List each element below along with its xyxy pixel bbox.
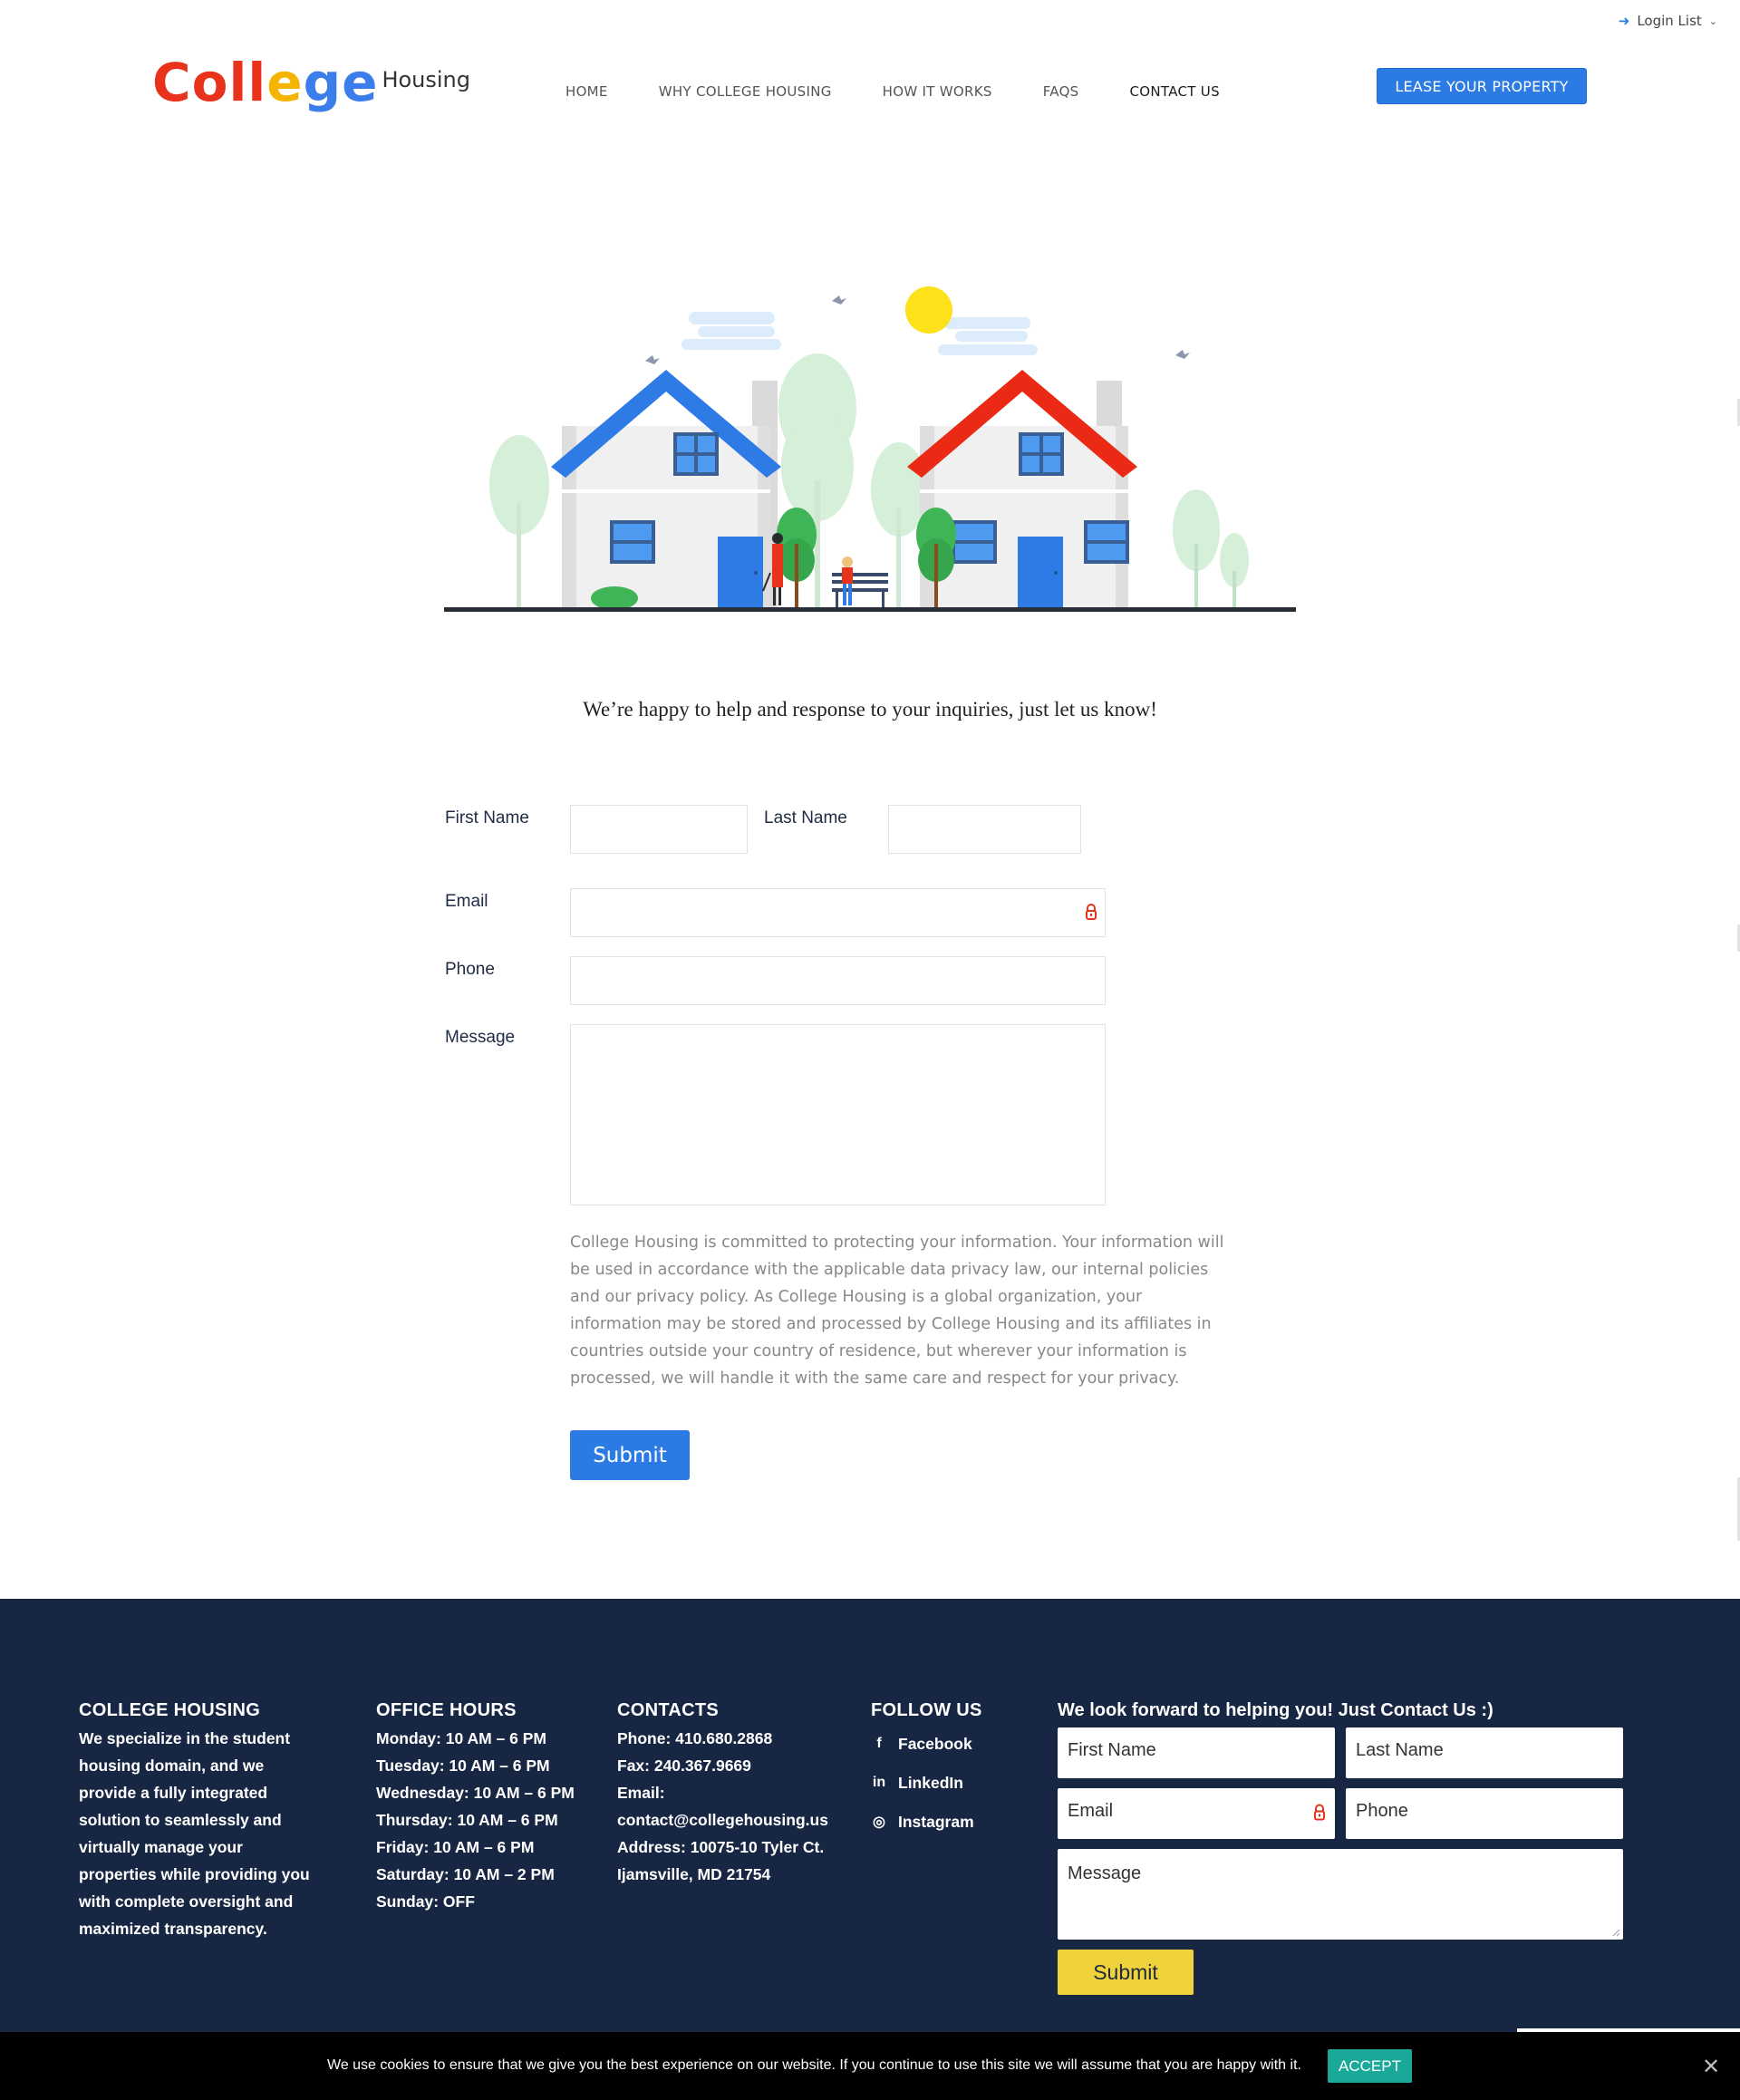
message-textarea[interactable] bbox=[570, 1024, 1106, 1205]
first-name-input[interactable] bbox=[570, 805, 748, 854]
footer-phone-input[interactable]: Phone bbox=[1346, 1788, 1623, 1839]
footer-hours-text: Monday: 10 AM – 6 PM Tuesday: 10 AM – 6 P… bbox=[376, 1725, 594, 1915]
privacy-notice: College Housing is committed to protecti… bbox=[570, 1234, 1224, 1388]
footer-hours-line: Thursday: 10 AM – 6 PM bbox=[376, 1811, 558, 1829]
footer-about-line: solution to seamlessly and bbox=[79, 1811, 282, 1829]
social-link-label: Facebook bbox=[898, 1734, 972, 1753]
logo-letter: C bbox=[152, 52, 192, 113]
last-name-input[interactable] bbox=[888, 805, 1081, 854]
footer-about-line: We specialize in the student bbox=[79, 1729, 291, 1747]
footer-follow: FOLLOW US f Facebook in LinkedIn ◎ Instagram bbox=[871, 1700, 1034, 1847]
footer-hours-line: Sunday: OFF bbox=[376, 1892, 475, 1911]
footer-contact-line: Address: 10075-10 Tyler Ct. bbox=[617, 1838, 825, 1856]
footer-about: COLLEGE HOUSING We specialize in the stu… bbox=[79, 1700, 342, 1942]
first-name-label: First Name bbox=[445, 808, 529, 827]
logo-subtitle: Housing bbox=[382, 67, 470, 92]
footer-about-line: housing domain, and we bbox=[79, 1756, 265, 1775]
footer-contacts: CONTACTS Phone: 410.680.2868 Fax: 240.367… bbox=[617, 1700, 844, 1888]
login-list-label: Login List bbox=[1637, 13, 1702, 29]
login-list-menu[interactable]: ➜ Login List ⌄ bbox=[1619, 13, 1717, 29]
footer-contact-line: Email: bbox=[617, 1784, 665, 1802]
site-logo[interactable]: College Housing bbox=[152, 56, 470, 109]
houses-illustration bbox=[444, 286, 1296, 612]
social-link-linkedin[interactable]: in LinkedIn bbox=[871, 1769, 1034, 1796]
footer-hours-line: Monday: 10 AM – 6 PM bbox=[376, 1729, 546, 1747]
contact-submit-button[interactable]: Submit bbox=[570, 1430, 690, 1480]
logo-letter: o bbox=[191, 52, 229, 113]
instagram-icon: ◎ bbox=[873, 1815, 885, 1830]
logo-letter: g bbox=[303, 52, 343, 113]
footer-hours-line: Tuesday: 10 AM – 6 PM bbox=[376, 1756, 550, 1775]
password-manager-icon[interactable] bbox=[1085, 904, 1097, 920]
phone-label: Phone bbox=[445, 960, 495, 979]
footer-message-placeholder: Message bbox=[1068, 1863, 1142, 1883]
social-link-facebook[interactable]: f Facebook bbox=[871, 1730, 1034, 1757]
social-link-instagram[interactable]: ◎ Instagram bbox=[871, 1808, 1034, 1835]
footer-about-heading: COLLEGE HOUSING bbox=[79, 1700, 261, 1720]
ground-line bbox=[444, 607, 1296, 612]
email-input[interactable] bbox=[570, 888, 1106, 937]
password-manager-icon[interactable] bbox=[1313, 1804, 1326, 1821]
footer-contact-line: Phone: 410.680.2868 bbox=[617, 1729, 773, 1747]
footer-contact-line: Ijamsville, MD 21754 bbox=[617, 1865, 771, 1883]
footer-contacts-heading: CONTACTS bbox=[617, 1700, 720, 1720]
logo-letter: l bbox=[228, 52, 248, 113]
chevron-down-icon: ⌄ bbox=[1708, 15, 1717, 27]
message-label: Message bbox=[445, 1028, 516, 1047]
footer-contacts-text: Phone: 410.680.2868 Fax: 240.367.9669 Emai… bbox=[617, 1725, 844, 1888]
resize-handle-icon[interactable] bbox=[1611, 1928, 1620, 1937]
nav-link-faqs[interactable]: FAQS bbox=[1043, 83, 1079, 100]
footer-message-textarea[interactable]: Message bbox=[1058, 1849, 1623, 1940]
footer-last-name-input[interactable]: Last Name bbox=[1346, 1727, 1623, 1778]
left-house bbox=[551, 370, 781, 607]
site-footer: COLLEGE HOUSING We specialize in the stu… bbox=[0, 1599, 1740, 2032]
logo-letter: e bbox=[342, 52, 379, 113]
nav-link-contact-us[interactable]: CONTACT US bbox=[1130, 83, 1220, 100]
main-navigation: HOME WHY COLLEGE HOUSING HOW IT WORKS FAQS C… bbox=[566, 83, 1220, 100]
footer-first-name-input[interactable]: First Name bbox=[1058, 1727, 1335, 1778]
footer-form-title: We look forward to helping you! Just Con… bbox=[1058, 1700, 1494, 1720]
footer-about-line: provide a fully integrated bbox=[79, 1784, 268, 1802]
nav-link-why-college-housing[interactable]: WHY COLLEGE HOUSING bbox=[659, 83, 832, 100]
last-name-label: Last Name bbox=[764, 808, 847, 827]
footer-email-input[interactable]: Email bbox=[1058, 1788, 1335, 1839]
footer-follow-heading: FOLLOW US bbox=[871, 1700, 982, 1720]
social-link-label: LinkedIn bbox=[898, 1773, 963, 1792]
cookie-message: We use cookies to ensure that we give yo… bbox=[327, 2057, 1301, 2073]
social-links: f Facebook in LinkedIn ◎ Instagram bbox=[871, 1730, 1034, 1835]
footer-hours-line: Wednesday: 10 AM – 6 PM bbox=[376, 1784, 575, 1802]
close-icon[interactable]: ✕ bbox=[1702, 2054, 1720, 2080]
cookie-accept-button[interactable]: ACCEPT bbox=[1328, 2049, 1412, 2083]
footer-hours-line: Saturday: 10 AM – 2 PM bbox=[376, 1865, 555, 1883]
footer-about-text: We specialize in the student housing doma… bbox=[79, 1725, 342, 1942]
footer-hours: OFFICE HOURS Monday: 10 AM – 6 PM Tuesday… bbox=[376, 1700, 594, 1915]
footer-contact-line: contact@collegehousing.us bbox=[617, 1811, 828, 1829]
footer-contact-line: Fax: 240.367.9669 bbox=[617, 1756, 751, 1775]
facebook-icon: f bbox=[876, 1736, 882, 1751]
logo-letter: l bbox=[247, 52, 267, 113]
footer-hours-line: Friday: 10 AM – 6 PM bbox=[376, 1838, 535, 1856]
footer-hours-heading: OFFICE HOURS bbox=[376, 1700, 517, 1720]
intro-text: We’re happy to help and response to your… bbox=[583, 698, 1157, 721]
logo-wordmark: College bbox=[152, 56, 378, 109]
lease-property-button[interactable]: LEASE YOUR PROPERTY bbox=[1377, 68, 1587, 104]
footer-email-placeholder: Email bbox=[1068, 1801, 1114, 1821]
nav-link-home[interactable]: HOME bbox=[566, 83, 608, 100]
sign-in-icon: ➜ bbox=[1618, 13, 1630, 29]
sun-graphic bbox=[905, 286, 952, 334]
footer-about-line: properties while providing you bbox=[79, 1865, 310, 1883]
nav-link-how-it-works[interactable]: HOW IT WORKS bbox=[883, 83, 992, 100]
social-link-label: Instagram bbox=[898, 1812, 974, 1831]
footer-about-line: maximized transparency. bbox=[79, 1920, 267, 1938]
linkedin-icon: in bbox=[872, 1775, 886, 1790]
footer-submit-button[interactable]: Submit bbox=[1058, 1950, 1194, 1995]
email-label: Email bbox=[445, 892, 488, 911]
phone-input[interactable] bbox=[570, 956, 1106, 1005]
logo-letter: e bbox=[266, 52, 304, 113]
footer-about-line: with complete oversight and bbox=[79, 1892, 294, 1911]
cookie-consent-bar: We use cookies to ensure that we give yo… bbox=[0, 2032, 1740, 2100]
footer-about-line: virtually manage your bbox=[79, 1838, 243, 1856]
